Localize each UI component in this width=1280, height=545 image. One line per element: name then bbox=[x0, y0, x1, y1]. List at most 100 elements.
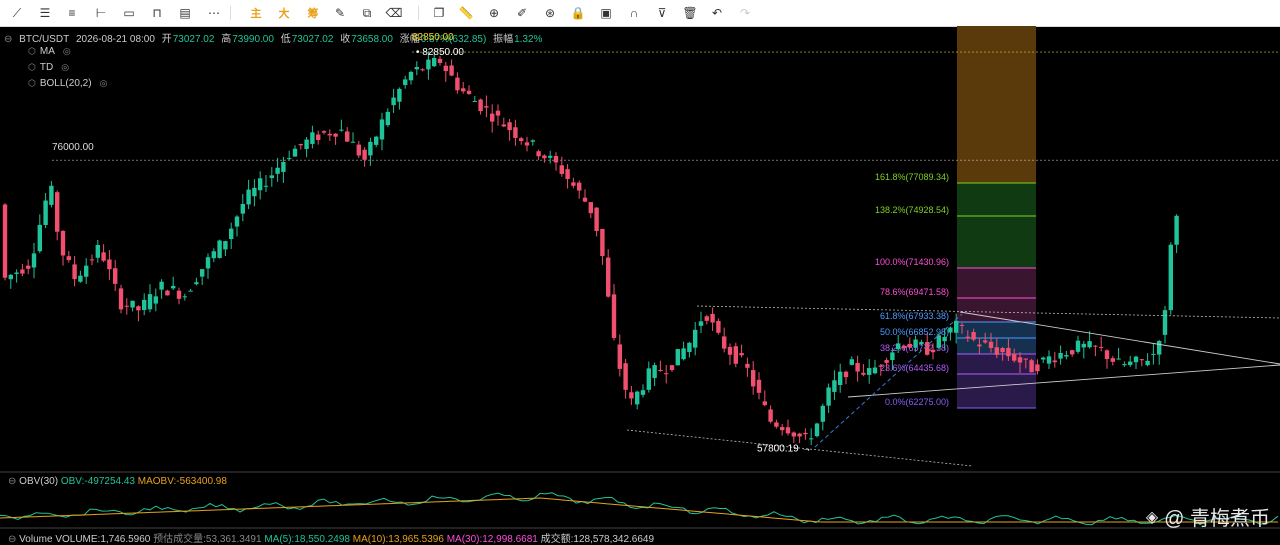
candle-body bbox=[710, 313, 715, 323]
magnet-icon[interactable]: ∩ bbox=[625, 4, 643, 22]
candle-body bbox=[171, 285, 176, 289]
candle-body bbox=[385, 111, 390, 126]
candle-body bbox=[107, 259, 112, 270]
candle-body bbox=[414, 67, 419, 70]
candle-body bbox=[113, 268, 118, 284]
volume-header: ⊖ Volume VOLUME:1,746.5960 预估成交量:53,361.… bbox=[8, 530, 654, 545]
candle-body bbox=[1023, 358, 1028, 360]
candle-body bbox=[89, 259, 95, 261]
zoom-icon[interactable]: ⊕ bbox=[485, 4, 503, 22]
candle-body bbox=[1133, 356, 1139, 363]
candle-body bbox=[948, 327, 953, 333]
horizontal-ray-icon[interactable]: ⊢ bbox=[92, 4, 110, 22]
visibility-icon[interactable]: ⊛ bbox=[541, 4, 559, 22]
candle-body bbox=[200, 269, 205, 277]
maobv-value: MAOBV:-563400.98 bbox=[137, 476, 227, 487]
candle-body bbox=[1093, 345, 1098, 347]
fib-zone-green bbox=[957, 183, 1036, 268]
candle-body bbox=[867, 368, 872, 375]
candle-body bbox=[118, 288, 124, 310]
candle-body bbox=[194, 282, 199, 285]
candle-body bbox=[577, 182, 582, 191]
fib-level-label: 23.6%(64435.68) bbox=[880, 363, 949, 373]
candle-body bbox=[930, 349, 936, 353]
rectangle-icon[interactable]: ▭ bbox=[120, 4, 138, 22]
horizontal-lines-icon[interactable]: ☰ bbox=[36, 4, 54, 22]
candle-body bbox=[20, 269, 25, 274]
candle-body bbox=[368, 141, 373, 156]
candle-body bbox=[246, 189, 251, 205]
brush-icon[interactable]: ✎ bbox=[331, 4, 349, 22]
transform-icon[interactable]: ⧉ bbox=[358, 4, 376, 22]
candle-body bbox=[1168, 244, 1173, 311]
undo-icon[interactable]: ↶ bbox=[708, 4, 726, 22]
candle-body bbox=[687, 342, 692, 353]
candle-body bbox=[646, 368, 651, 390]
turnover-value: 成交额:128,578,342.6649 bbox=[540, 534, 655, 545]
candle-body bbox=[478, 99, 483, 112]
candle-body bbox=[681, 348, 686, 360]
candle-body bbox=[84, 265, 89, 277]
copy-icon[interactable]: ❐ bbox=[430, 4, 448, 22]
candle-body bbox=[101, 252, 106, 261]
cn-tool-main[interactable]: 主 bbox=[247, 4, 265, 22]
volume-title: Volume bbox=[19, 534, 53, 545]
fib-retracement-icon[interactable]: ▤ bbox=[176, 4, 194, 22]
line-tool-icon[interactable]: ⟋ bbox=[8, 4, 26, 22]
candle-body bbox=[936, 335, 941, 348]
candle-body bbox=[809, 438, 814, 440]
obv-value: OBV:-497254.43 bbox=[60, 476, 135, 487]
parallel-channel-icon[interactable]: ≡ bbox=[63, 4, 81, 22]
candle-body bbox=[374, 136, 379, 145]
candle-body bbox=[1145, 360, 1150, 366]
candle-body bbox=[78, 275, 83, 282]
ruler-icon[interactable]: 📏 bbox=[457, 4, 475, 22]
cn-tool-big[interactable]: 大 bbox=[275, 4, 293, 22]
candle-body bbox=[832, 380, 837, 392]
candle-body bbox=[252, 187, 257, 197]
eraser-icon[interactable]: ⌫ bbox=[385, 4, 403, 22]
delete-icon[interactable]: 🗑 bbox=[681, 4, 699, 22]
candle-body bbox=[524, 142, 530, 146]
redo-icon[interactable]: ↷ bbox=[736, 4, 754, 22]
candle-body bbox=[739, 353, 744, 356]
candle-body bbox=[600, 229, 605, 257]
candle-body bbox=[316, 134, 321, 141]
candle-body bbox=[408, 71, 414, 81]
candle-body bbox=[345, 131, 350, 142]
candle-body bbox=[954, 320, 959, 333]
candle-body bbox=[1075, 340, 1081, 352]
settings-icon[interactable]: ▣ bbox=[597, 4, 615, 22]
candle-body bbox=[780, 427, 785, 431]
candle-body bbox=[269, 175, 274, 179]
candle-body bbox=[461, 88, 466, 92]
candle-body bbox=[60, 230, 66, 256]
candle-body bbox=[878, 365, 883, 367]
obv-collapse-icon[interactable]: ⊖ bbox=[8, 476, 16, 487]
candle-body bbox=[745, 363, 750, 368]
candle-body bbox=[356, 144, 361, 156]
magic-icon[interactable]: ✐ bbox=[513, 4, 531, 22]
dots-pattern-icon[interactable]: ⋯ bbox=[205, 4, 223, 22]
price-range-icon[interactable]: ⊓ bbox=[148, 4, 166, 22]
candle-body bbox=[420, 69, 425, 71]
candle-body bbox=[234, 216, 240, 227]
fib-level-label: 61.8%(67933.38) bbox=[880, 311, 949, 321]
candle-body bbox=[988, 341, 994, 348]
fib-level-label: 161.8%(77089.34) bbox=[875, 172, 949, 182]
volume-collapse-icon[interactable]: ⊖ bbox=[8, 534, 16, 545]
volume-ma10: MA(10):13,965.5396 bbox=[352, 534, 444, 545]
price-chart[interactable]: 161.8%(77089.34) 138.2%(74928.54) 100.0%(7… bbox=[0, 26, 1280, 542]
filter-icon[interactable]: ⊽ bbox=[653, 4, 671, 22]
cn-tool-chips[interactable]: 筹 bbox=[304, 4, 322, 22]
candle-body bbox=[959, 324, 965, 326]
candle-body bbox=[1139, 359, 1144, 361]
candle-body bbox=[1064, 355, 1069, 357]
candle-body bbox=[977, 344, 982, 347]
candle-body bbox=[756, 379, 762, 393]
candle-body bbox=[1052, 360, 1057, 363]
candle-body bbox=[1122, 364, 1127, 366]
candle-body bbox=[14, 272, 19, 274]
candle-body bbox=[472, 101, 477, 103]
lock-icon[interactable]: 🔒 bbox=[569, 4, 587, 22]
